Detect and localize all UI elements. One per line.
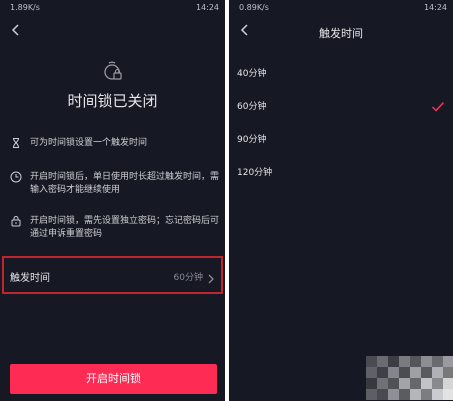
option-120-min[interactable]: 120分钟 <box>229 157 453 187</box>
time-lock-screen: 1.89K/s 14:24 时间锁已关闭 可为时间锁设置一个触发时间 开启时间锁… <box>0 0 225 401</box>
info-text: 开启时间锁，需先设置独立密码；忘记密码后可通过申诉重置密码 <box>30 216 220 239</box>
watermark-mosaic <box>366 356 453 401</box>
info-text: 可为时间锁设置一个触发时间 <box>30 138 148 148</box>
info-text: 开启时间锁后，单日使用时长超过触发时间，需输入密码才能继续使用 <box>30 172 220 195</box>
trigger-time-row[interactable]: 触发时间 60分钟 <box>2 256 223 294</box>
clock-icon <box>10 171 22 183</box>
network-speed: 0.89K/s <box>239 3 269 12</box>
option-label: 90分钟 <box>237 135 267 145</box>
back-arrow-icon[interactable] <box>8 22 24 38</box>
trigger-time-label: 触发时间 <box>10 273 50 284</box>
open-time-lock-button[interactable]: 开启时间锁 <box>10 364 217 394</box>
network-speed: 1.89K/s <box>10 3 40 12</box>
checkmark-icon <box>431 98 445 112</box>
page-title: 时间锁已关闭 <box>67 92 158 110</box>
option-90-min[interactable]: 90分钟 <box>229 124 453 154</box>
status-time: 14:24 <box>195 3 219 12</box>
chevron-right-icon <box>207 270 215 284</box>
lock-icon <box>10 215 22 227</box>
option-40-min[interactable]: 40分钟 <box>229 58 453 88</box>
trigger-time-value: 60分钟 <box>173 273 203 283</box>
clock-lock-icon <box>103 60 123 82</box>
option-label: 60分钟 <box>237 102 267 112</box>
status-time: 14:24 <box>423 3 447 12</box>
screenshot-composite: 1.89K/s 14:24 时间锁已关闭 可为时间锁设置一个触发时间 开启时间锁… <box>0 0 453 401</box>
option-60-min[interactable]: 60分钟 <box>229 91 453 121</box>
hourglass-icon <box>10 137 22 149</box>
status-bar: 1.89K/s 14:24 <box>0 0 225 16</box>
trigger-time-screen: 0.89K/s 14:24 触发时间 40分钟 60分钟 90分钟 120分钟 <box>229 0 453 401</box>
page-title: 触发时间 <box>319 27 363 40</box>
status-bar: 0.89K/s 14:24 <box>229 0 453 16</box>
option-label: 120分钟 <box>237 168 273 178</box>
option-label: 40分钟 <box>237 69 267 79</box>
